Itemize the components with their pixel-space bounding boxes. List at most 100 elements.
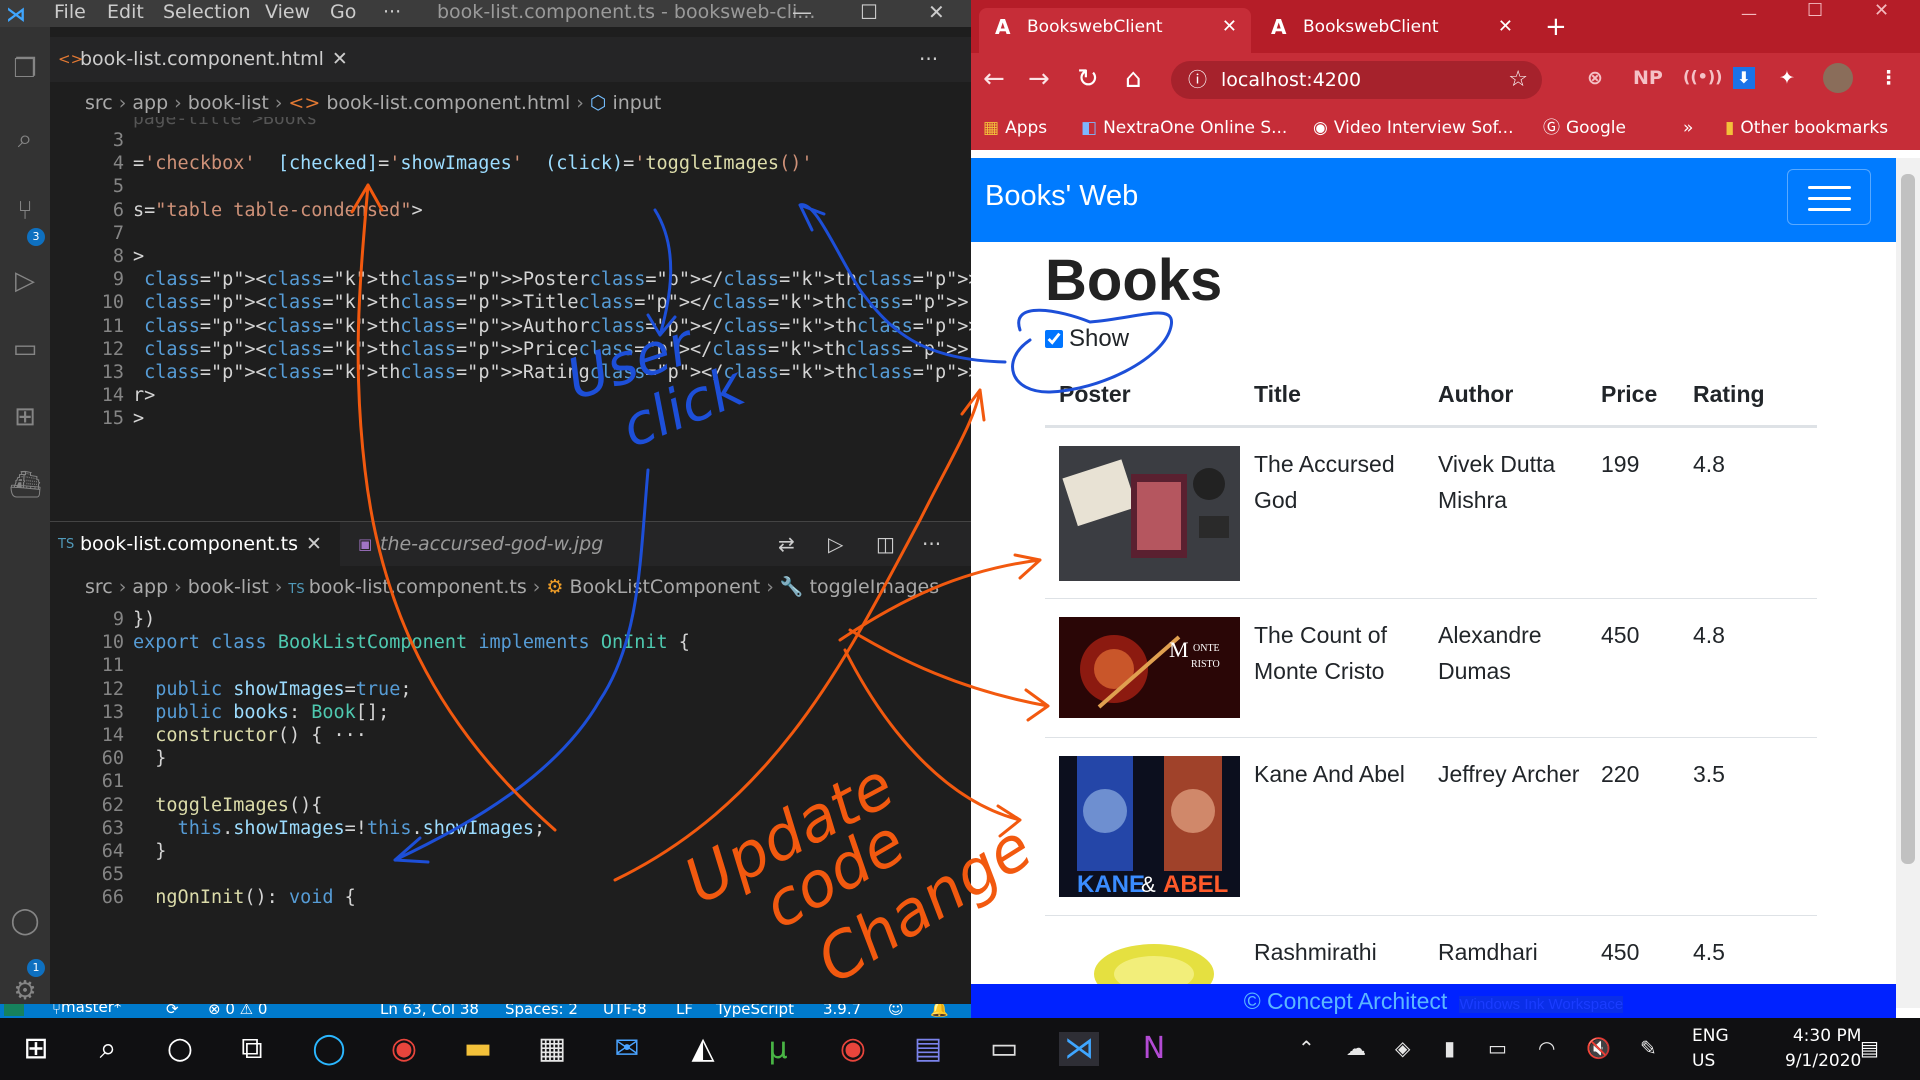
browser-tab[interactable]: A BookswebClient ✕ xyxy=(1255,8,1527,53)
download-extension-icon[interactable]: ⬇ xyxy=(1733,67,1755,89)
account-icon[interactable]: ◯ xyxy=(9,905,41,937)
search-icon[interactable]: ⌕ xyxy=(9,123,41,155)
bookmark-overflow[interactable]: » xyxy=(1683,107,1693,150)
code-line[interactable]: class="p"><class="k">thclass="p">>Rating… xyxy=(133,361,971,385)
crumb-app[interactable]: app xyxy=(132,576,168,598)
back-icon[interactable]: ← xyxy=(983,65,1005,93)
menu-more[interactable]: ··· xyxy=(383,1,401,23)
open-changes-icon[interactable]: ⇄ xyxy=(778,522,795,567)
home-icon[interactable]: ⌂ xyxy=(1125,65,1142,93)
crumb-book-list[interactable]: book-list xyxy=(188,92,269,114)
terminal-icon[interactable]: ▭ xyxy=(984,1032,1024,1066)
remote-indicator-icon[interactable] xyxy=(4,1004,24,1016)
problems-status[interactable]: ⊗ 0 ⚠ 0 xyxy=(208,1004,267,1017)
utorrent-icon[interactable]: µ xyxy=(758,1032,798,1066)
code-line[interactable]: export class BookListComponent implement… xyxy=(133,631,690,655)
run-debug-icon[interactable]: ▷ xyxy=(9,265,41,297)
tab-book-list-ts[interactable]: TS book-list.component.ts ✕ xyxy=(50,522,340,567)
code-line[interactable]: } xyxy=(133,840,166,864)
forward-icon[interactable]: → xyxy=(1028,65,1050,93)
table-row[interactable]: KANE & ABEL Kane And Abel Jeffrey Archer… xyxy=(1045,736,1817,915)
site-info-icon[interactable]: ⓘ xyxy=(1188,61,1207,99)
bookmark-star-icon[interactable]: ☆ xyxy=(1508,61,1528,99)
more-actions-icon[interactable]: ··· xyxy=(919,37,938,82)
show-images-checkbox[interactable] xyxy=(1045,330,1063,348)
feedback-icon[interactable]: ☺ xyxy=(888,1004,904,1017)
ts-version[interactable]: 3.9.7 xyxy=(823,1004,861,1017)
html-editor[interactable]: page-title'>Books 3 4 ='checkbox' [checked… xyxy=(50,117,971,525)
cortana-icon[interactable]: ○ xyxy=(160,1032,200,1066)
more-actions-icon[interactable]: ··· xyxy=(922,522,941,567)
footer-text[interactable]: © Concept Architect xyxy=(1244,988,1448,1014)
crumb-input[interactable]: input xyxy=(612,92,661,114)
crumb-file[interactable]: book-list.component.html xyxy=(326,92,570,114)
file-explorer-icon[interactable]: ▬ xyxy=(458,1032,498,1066)
code-line[interactable]: > xyxy=(133,245,144,269)
menu-edit[interactable]: Edit xyxy=(107,1,144,23)
source-control-icon[interactable]: ⑂ xyxy=(9,195,41,227)
system-clock[interactable]: 4:30 PM 9/1/2020 xyxy=(1785,1024,1861,1074)
crumb-app[interactable]: app xyxy=(132,92,168,114)
minimize-icon[interactable]: — xyxy=(1741,4,1757,23)
code-line[interactable]: constructor() { ··· xyxy=(133,724,367,748)
typescript-editor[interactable]: 9}) 10 export class BookListComponent impl… xyxy=(50,602,971,1004)
action-center-icon[interactable]: ▤ xyxy=(1860,1036,1879,1060)
scrollbar-thumb[interactable] xyxy=(1901,174,1915,864)
onenote-icon[interactable]: N xyxy=(1134,1032,1174,1066)
code-line[interactable]: public books: Book[]; xyxy=(133,701,389,725)
explorer-icon[interactable]: ❐ xyxy=(9,53,41,85)
split-editor-icon[interactable]: ◫ xyxy=(876,522,895,567)
close-tab-icon[interactable]: ✕ xyxy=(1222,8,1237,46)
bookmark-other[interactable]: ▮ Other bookmarks xyxy=(1725,107,1888,150)
page-scrollbar[interactable] xyxy=(1896,158,1920,1008)
extensions-icon[interactable]: ⊞ xyxy=(9,401,41,433)
chrome-menu-icon[interactable]: ⋮ xyxy=(1879,67,1898,89)
volume-muted-icon[interactable]: 🔇 xyxy=(1586,1036,1611,1060)
onedrive-icon[interactable]: ☁ xyxy=(1346,1036,1366,1060)
extension-broadcast-icon[interactable]: ((•)) xyxy=(1683,67,1722,86)
menu-go[interactable]: Go xyxy=(330,1,356,23)
code-line[interactable]: class="p"><class="k">thclass="p">>Poster… xyxy=(133,268,971,292)
code-line[interactable]: } xyxy=(133,747,166,771)
code-line[interactable]: public showImages=true; xyxy=(133,678,411,702)
close-tab-icon[interactable]: ✕ xyxy=(1498,8,1513,46)
menu-selection[interactable]: Selection xyxy=(163,1,251,23)
run-icon[interactable]: ▷ xyxy=(828,522,843,567)
bookmark-google[interactable]: Ⓖ Google xyxy=(1543,107,1626,150)
crumb-class[interactable]: BookListComponent xyxy=(569,576,760,598)
show-images-toggle[interactable]: Show xyxy=(1045,325,1129,353)
code-line[interactable]: class="p"><class="k">thclass="p">>Titlec… xyxy=(133,291,968,315)
code-line[interactable]: this.showImages=!this.showImages; xyxy=(133,817,546,841)
language-mode[interactable]: TypeScript xyxy=(716,1004,794,1017)
tab-accursed-god-image[interactable]: ▣ the-accursed-god-w.jpg xyxy=(350,522,650,567)
crumb-src[interactable]: src xyxy=(85,576,113,598)
show-hidden-icons[interactable]: ⌃ xyxy=(1298,1036,1315,1060)
vscode-taskbar-icon[interactable]: ⋊ xyxy=(1059,1032,1099,1066)
notifications-icon[interactable]: 🔔 xyxy=(930,1004,949,1017)
navbar-toggler-button[interactable] xyxy=(1787,169,1871,225)
remote-explorer-icon[interactable]: ▭ xyxy=(9,333,41,365)
language-indicator[interactable]: ENG US xyxy=(1692,1024,1729,1074)
code-line[interactable]: }) xyxy=(133,608,155,632)
menu-file[interactable]: File xyxy=(54,1,86,23)
code-line[interactable]: ='checkbox' [checked]='showImages' (clic… xyxy=(133,152,812,176)
menu-view[interactable]: View xyxy=(265,1,310,23)
close-icon[interactable]: ✕ xyxy=(928,0,945,24)
browser-tab-active[interactable]: A BookswebClient ✕ xyxy=(979,8,1251,53)
close-tab-icon[interactable]: ✕ xyxy=(332,48,348,70)
encoding[interactable]: UTF-8 xyxy=(603,1004,647,1017)
table-row[interactable]: The Accursed God Vivek Dutta Mishra 199 … xyxy=(1045,425,1817,598)
table-row[interactable]: M ONTE RISTO The Count of Monte Cristo A… xyxy=(1045,597,1817,737)
sync-icon[interactable]: ⟳ xyxy=(166,1004,179,1017)
profile-avatar[interactable] xyxy=(1823,63,1853,93)
code-line[interactable]: toggleImages(){ xyxy=(133,794,322,818)
code-line[interactable]: class="p"><class="k">thclass="p">>Pricec… xyxy=(133,338,968,362)
new-tab-button[interactable]: + xyxy=(1545,8,1567,46)
cursor-position[interactable]: Ln 63, Col 38 xyxy=(380,1004,479,1017)
crumb-method[interactable]: toggleImages xyxy=(810,576,940,598)
cortana-ring-icon[interactable]: ◯ xyxy=(309,1032,349,1066)
code-line[interactable]: class="p"><class="k">thclass="p">>Author… xyxy=(133,315,971,339)
battery-icon[interactable]: ▭ xyxy=(1488,1036,1507,1060)
extension-np-icon[interactable]: NP xyxy=(1633,67,1663,89)
store-icon[interactable]: ▦ xyxy=(532,1032,572,1066)
